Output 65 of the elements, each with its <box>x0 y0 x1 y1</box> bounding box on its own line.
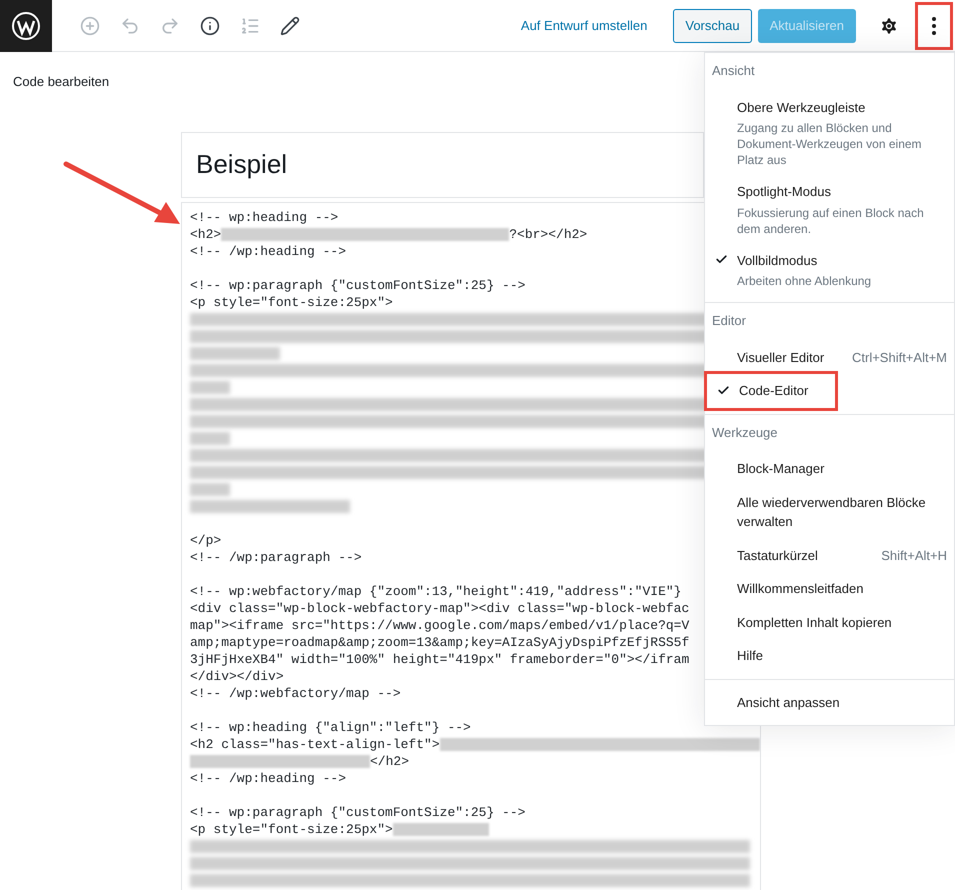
menu-item-label: Vollbildmodus <box>737 252 818 270</box>
checkmark-icon <box>717 384 730 396</box>
code-line: <!-- wp:paragraph {"customFontSize":25} --> <box>190 276 526 294</box>
checkmark-icon <box>715 253 728 266</box>
menu-item-label: Kompletten Inhalt kopieren <box>737 614 892 632</box>
menu-item[interactable]: Spotlight-Modus Fokussierung auf einen Block nach dem anderen. <box>705 175 954 244</box>
code-line: </h2> <box>370 752 410 770</box>
logo-icon[interactable] <box>0 0 52 52</box>
menu-item[interactable]: Hilfe <box>705 639 954 672</box>
menu-item[interactable]: Visueller Editor Ctrl+Shift+Alt+M <box>705 340 954 374</box>
menu-item[interactable]: Kompletten Inhalt kopieren <box>705 606 954 639</box>
preview-button[interactable]: Vorschau <box>673 8 752 42</box>
code-line: <!-- wp:heading {"align":"left"} --> <box>190 718 471 736</box>
redacted-text <box>190 482 230 496</box>
menu-item-label: Block-Manager <box>737 460 824 478</box>
switch-to-draft-link[interactable]: Auf Entwurf umstellen <box>520 16 648 36</box>
code-line: <!-- /wp:heading --> <box>190 770 346 786</box>
code-line: <!-- wp:paragraph {"customFontSize":25} --> <box>190 804 526 820</box>
menu-item-description: Zugang zu allen Blöcken und Dokument-Werkzeugen von einem Platz aus <box>737 120 923 168</box>
code-line: map"><iframe src="https://www.google.com/maps/embed/v1/place?q=V <box>190 616 690 634</box>
keyboard-shortcut: Ctrl+Shift+Alt+M <box>852 348 947 366</box>
menu-item[interactable]: Alle wiederverwendbaren Blöcke verwalten <box>705 486 954 538</box>
code-line: <!-- wp:webfactory/map {"zoom":13,"height":419,"address":"VIE"} <box>190 582 682 600</box>
code-line: <h2 class="has-text-align-left"> <box>190 736 440 752</box>
code-line: amp;maptype=roadmap&amp;zoom=13&amp;key=AIzaSyAjyDspiPfzEfjRSS5f <box>190 634 690 650</box>
menu-item-label: Tastaturkürzel <box>737 546 818 564</box>
menu-item-label: Willkommensleitfaden <box>737 580 864 598</box>
code-line: </div></div> <box>190 668 284 684</box>
menu-item[interactable]: Obere Werkzeugleiste Zugang zu allen Blöcken und Dokument-Werkzeugen von einem Platz aus <box>705 90 954 175</box>
menu-item[interactable]: Vollbildmodus Arbeiten ohne Ablenkung <box>705 244 954 296</box>
menu-section-heading: Werkzeuge <box>711 424 779 442</box>
redacted-text <box>190 432 230 444</box>
post-title-field[interactable]: Beispiel <box>181 132 704 198</box>
menu-item[interactable]: Block-Manager <box>705 452 954 486</box>
more-menu-button[interactable] <box>915 2 953 50</box>
menu-item-label: Alle wiederverwendbaren Blöcke verwalten <box>737 494 927 531</box>
menu-section-heading: Ansicht <box>711 62 756 80</box>
vertical-dots-icon <box>932 16 936 34</box>
menu-item-description: Arbeiten ohne Ablenkung <box>737 273 872 289</box>
menu-item[interactable]: Willkommensleitfaden <box>705 572 954 606</box>
menu-item-label: Spotlight-Modus <box>737 183 831 201</box>
code-line: ?<br></h2> <box>509 226 588 242</box>
redacted-text <box>190 380 230 394</box>
editor-mode-label: Code bearbeiten <box>13 73 110 91</box>
menu-section-heading: Editor <box>711 312 747 330</box>
code-line: <!-- /wp:paragraph --> <box>190 548 362 566</box>
menu-item[interactable]: Tastaturkürzel Shift+Alt+H <box>705 538 954 572</box>
code-line: </p> <box>190 532 222 548</box>
keyboard-shortcut: Shift+Alt+H <box>881 546 947 564</box>
code-line: <div class="wp-block-webfactory-map"><div class="wp-block-webfac <box>190 600 690 616</box>
menu-item-label: Hilfe <box>737 647 764 665</box>
menu-item-label: Obere Werkzeugleiste <box>737 98 866 117</box>
menu-item-label: Code-Editor <box>739 382 808 400</box>
code-line: <!-- /wp:webfactory/map --> <box>190 684 401 702</box>
menu-item-label: Ansicht anpassen <box>737 694 840 712</box>
menu-item-description: Fokussierung auf einen Block nach dem anderen. <box>737 204 925 236</box>
menu-item-label: Visueller Editor <box>737 348 824 366</box>
code-line: <h2> <box>190 226 222 242</box>
code-line: 3jHFjHxeXB4" width="100%" height="419px" frameborder="0"></ifram <box>190 650 690 668</box>
code-line: <p style="font-size:25px"> <box>190 820 393 838</box>
menu-item[interactable]: Ansicht anpassen <box>705 686 954 719</box>
code-line: <!-- wp:heading --> <box>190 208 338 226</box>
code-line: <!-- /wp:heading --> <box>190 242 346 260</box>
code-line: <p style="font-size:25px"> <box>190 294 393 310</box>
menu-item[interactable]: Code-Editor <box>707 374 835 408</box>
